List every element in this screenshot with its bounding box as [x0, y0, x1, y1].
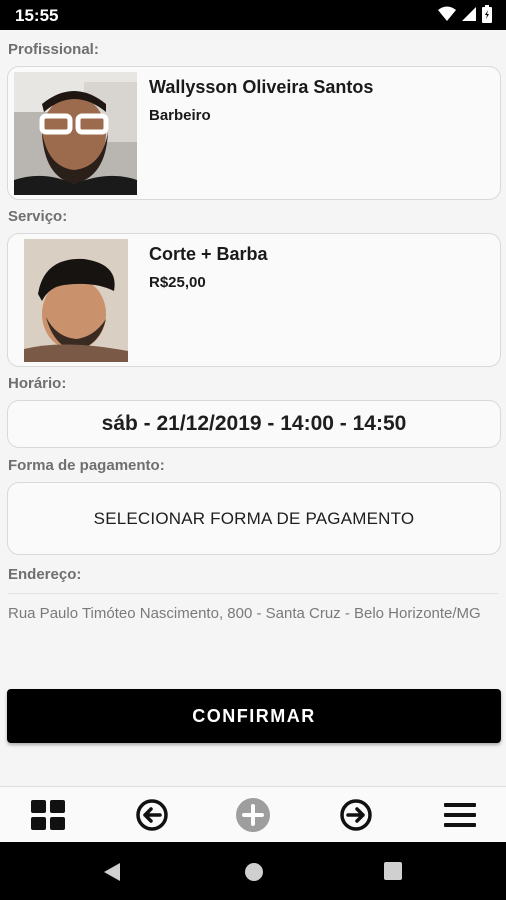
status-icons [438, 5, 492, 23]
grid-icon[interactable] [28, 795, 68, 835]
home-icon[interactable] [244, 862, 264, 887]
service-price: R$25,00 [149, 274, 206, 291]
status-time: 15:55 [15, 6, 59, 25]
menu-icon[interactable] [440, 795, 480, 835]
signal-icon [462, 7, 476, 21]
service-card[interactable]: Corte + Barba R$25,00 [7, 233, 501, 367]
recents-icon[interactable] [384, 862, 402, 885]
professional-name: Wallysson Oliveira Santos [149, 77, 374, 97]
schedule-label: Horário: [8, 375, 67, 392]
professional-role: Barbeiro [149, 107, 211, 124]
professional-label: Profissional: [8, 41, 99, 58]
address-label: Endereço: [8, 566, 82, 583]
professional-avatar [14, 72, 137, 195]
arrow-right-circle-icon[interactable] [336, 795, 376, 835]
service-photo [24, 239, 128, 362]
bottom-nav [0, 786, 506, 842]
select-payment-button[interactable]: SELECIONAR FORMA DE PAGAMENTO [7, 482, 501, 555]
battery-icon [482, 5, 492, 23]
back-icon[interactable] [103, 862, 121, 887]
arrow-left-circle-icon[interactable] [132, 795, 172, 835]
plus-circle-icon[interactable] [233, 795, 273, 835]
system-nav-bar [0, 842, 506, 900]
payment-label: Forma de pagamento: [8, 457, 165, 474]
address-value: Rua Paulo Timóteo Nascimento, 800 - Sant… [8, 605, 481, 622]
divider [8, 593, 498, 594]
confirm-button[interactable]: CONFIRMAR [7, 689, 501, 743]
status-bar: 15:55 [0, 0, 506, 30]
professional-card[interactable]: Wallysson Oliveira Santos Barbeiro [7, 66, 501, 200]
service-name: Corte + Barba [149, 244, 268, 264]
wifi-icon [438, 6, 456, 21]
service-label: Serviço: [8, 208, 68, 225]
schedule-value[interactable]: sáb - 21/12/2019 - 14:00 - 14:50 [7, 400, 501, 448]
